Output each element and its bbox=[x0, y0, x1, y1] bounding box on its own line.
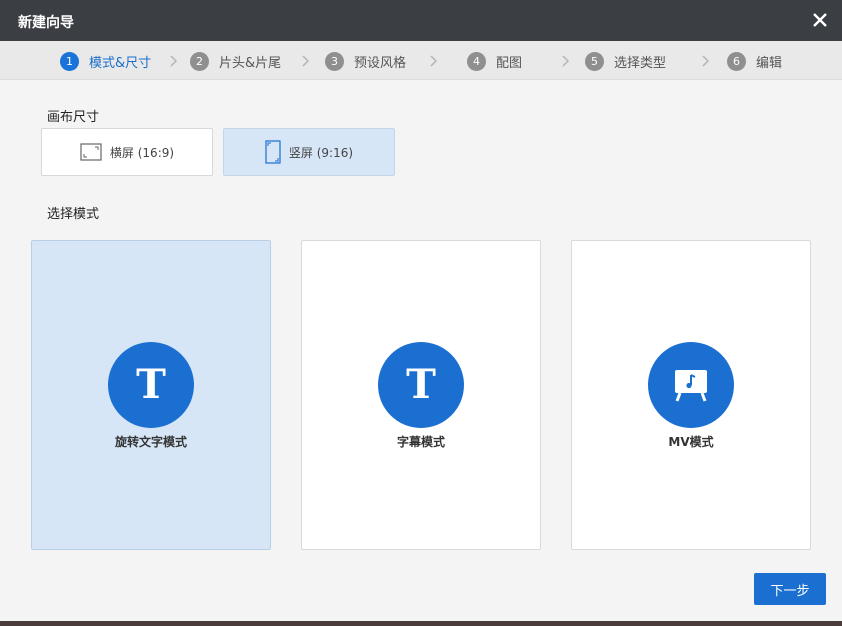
window-title: 新建向导 bbox=[18, 15, 74, 31]
landscape-frame-icon bbox=[80, 143, 102, 161]
step-number: 6 bbox=[727, 51, 746, 71]
window-bottom-edge bbox=[0, 621, 842, 626]
text-t-icon: T bbox=[136, 361, 166, 408]
step-number: 2 bbox=[190, 51, 209, 71]
chevron-right-icon bbox=[702, 55, 710, 67]
mode-icon-circle: T bbox=[378, 342, 464, 428]
canvas-size-heading: 画布尺寸 bbox=[47, 110, 100, 125]
step-edit[interactable]: 6 编辑 bbox=[727, 51, 782, 71]
step-mode-size[interactable]: 1 模式&尺寸 bbox=[60, 51, 151, 71]
step-label: 预设风格 bbox=[354, 55, 407, 71]
step-number: 4 bbox=[467, 51, 486, 71]
chevron-right-icon bbox=[170, 55, 178, 67]
chevron-right-icon bbox=[562, 55, 570, 67]
chevron-right-icon bbox=[430, 55, 438, 67]
portrait-option[interactable]: 竖屏 (9:16) bbox=[223, 128, 395, 176]
portrait-option-label: 竖屏 (9:16) bbox=[288, 145, 354, 160]
mode-icon-circle: T bbox=[108, 342, 194, 428]
mode-name: 旋转文字模式 bbox=[114, 435, 187, 449]
next-step-button[interactable]: 下一步 bbox=[754, 573, 826, 605]
step-preset-style[interactable]: 3 预设风格 bbox=[325, 51, 406, 71]
step-label: 片头&片尾 bbox=[219, 55, 282, 71]
portrait-frame-icon bbox=[265, 140, 281, 164]
step-number: 1 bbox=[60, 51, 79, 71]
music-video-screen-icon bbox=[675, 370, 707, 402]
step-label: 选择类型 bbox=[614, 55, 667, 71]
mode-name: 字幕模式 bbox=[396, 435, 445, 449]
step-images[interactable]: 4 配图 bbox=[467, 51, 522, 71]
landscape-option[interactable]: 横屏 (16:9) bbox=[41, 128, 213, 176]
select-mode-heading: 选择模式 bbox=[47, 207, 100, 222]
step-label: 模式&尺寸 bbox=[89, 55, 152, 71]
title-bar: 新建向导 bbox=[0, 0, 842, 41]
text-t-icon: T bbox=[406, 361, 436, 408]
close-icon[interactable] bbox=[810, 10, 830, 30]
new-wizard-window: 新建向导 1 模式&尺寸 2 片头&片尾 3 预设风格 4 配图 5 选择类型 bbox=[0, 0, 842, 626]
step-select-type[interactable]: 5 选择类型 bbox=[585, 51, 666, 71]
step-number: 5 bbox=[585, 51, 604, 71]
step-label: 编辑 bbox=[756, 55, 783, 71]
wizard-steps: 1 模式&尺寸 2 片头&片尾 3 预设风格 4 配图 5 选择类型 6 编辑 bbox=[0, 41, 842, 80]
step-number: 3 bbox=[325, 51, 344, 71]
step-label: 配图 bbox=[496, 55, 523, 71]
chevron-right-icon bbox=[302, 55, 310, 67]
rotating-text-mode-card[interactable]: T 旋转文字模式 bbox=[31, 240, 271, 550]
mode-name: MV模式 bbox=[668, 435, 714, 449]
mode-icon-circle bbox=[648, 342, 734, 428]
subtitle-mode-card[interactable]: T 字幕模式 bbox=[301, 240, 541, 550]
step-intro-outro[interactable]: 2 片头&片尾 bbox=[190, 51, 281, 71]
landscape-option-label: 横屏 (16:9) bbox=[109, 145, 175, 160]
mv-mode-card[interactable]: MV模式 bbox=[571, 240, 811, 550]
